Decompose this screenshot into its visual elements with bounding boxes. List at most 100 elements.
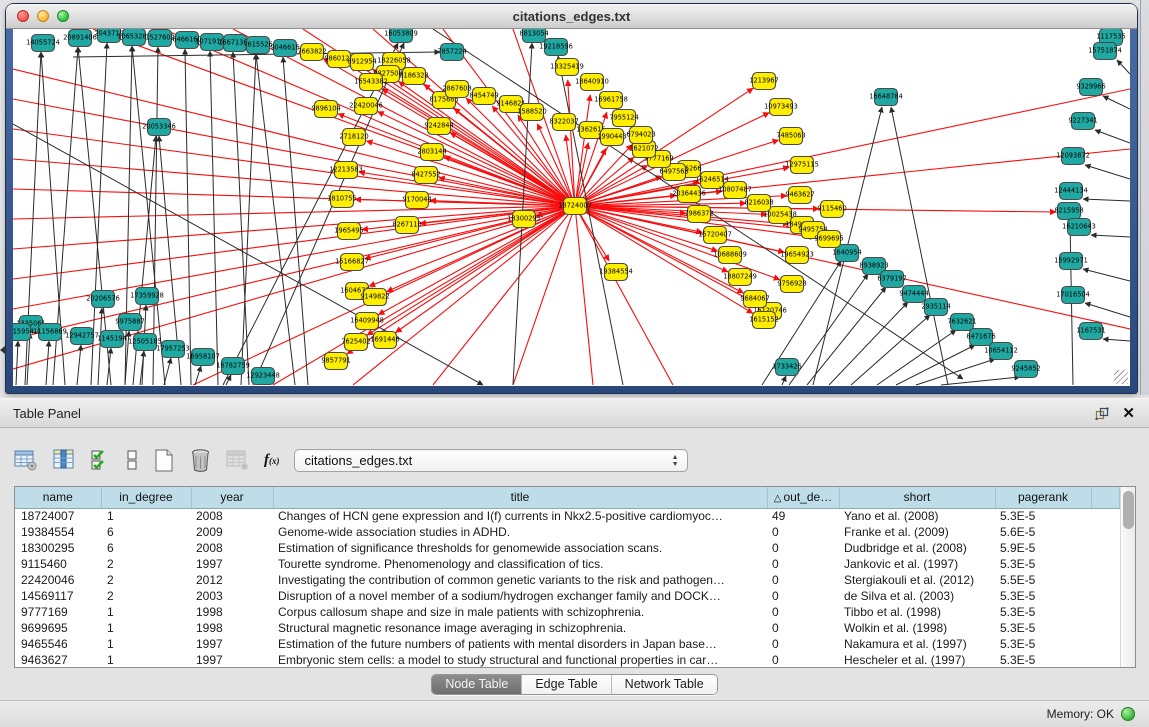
- graph-node[interactable]: 20891406: [63, 30, 97, 47]
- graph-node[interactable]: 9149822: [360, 289, 389, 306]
- graph-node[interactable]: 7955124: [609, 110, 638, 127]
- citation-edge-red[interactable]: [396, 206, 575, 333]
- table-cell[interactable]: 5.3E-5: [995, 620, 1091, 636]
- new-table-icon[interactable]: [153, 448, 175, 473]
- graph-node[interactable]: 8912954: [347, 54, 376, 71]
- citation-edge-red[interactable]: [513, 206, 575, 385]
- tab-edge-table[interactable]: Edge Table: [521, 675, 610, 694]
- table-cell[interactable]: 0: [767, 572, 839, 588]
- citation-edge-black[interactable]: [1085, 165, 1130, 179]
- table-row[interactable]: 2242004622012Investigating the contribut…: [15, 572, 1119, 588]
- graph-node[interactable]: 8322037: [549, 114, 578, 131]
- citation-edge-black[interactable]: [185, 49, 191, 385]
- table-cell[interactable]: 2008: [191, 508, 273, 524]
- graph-node[interactable]: 7625402: [341, 334, 370, 351]
- table-cell[interactable]: Dudbridge et al. (2008): [839, 540, 995, 556]
- citation-edge-black[interactable]: [877, 330, 956, 385]
- table-cell[interactable]: 0: [767, 636, 839, 652]
- table-row[interactable]: 1872400712008Changes of HCN gene express…: [15, 508, 1119, 524]
- graph-node[interactable]: 12444134: [1054, 183, 1088, 200]
- graph-node[interactable]: 19654923: [780, 247, 814, 264]
- table-cell[interactable]: Tibbo et al. (1998): [839, 604, 995, 620]
- table-cell[interactable]: 0: [767, 556, 839, 572]
- table-cell[interactable]: [1091, 508, 1119, 524]
- citation-edge-black[interactable]: [256, 54, 295, 385]
- citation-edge-black[interactable]: [941, 377, 1020, 385]
- graph-node[interactable]: 9463627: [785, 187, 814, 204]
- window-resize-grip[interactable]: [1114, 370, 1128, 384]
- table-cell[interactable]: 5.3E-5: [995, 556, 1091, 572]
- table-cell[interactable]: [1091, 604, 1119, 620]
- table-cell[interactable]: 0: [767, 604, 839, 620]
- column-header-year[interactable]: year: [191, 487, 273, 508]
- table-cell[interactable]: 18724007: [15, 508, 101, 524]
- graph-node[interactable]: 10688609: [713, 247, 747, 264]
- citation-edge-black[interactable]: [164, 358, 171, 385]
- citation-edge-black[interactable]: [891, 107, 948, 385]
- table-cell[interactable]: 1998: [191, 604, 273, 620]
- graph-node[interactable]: 9046616: [270, 40, 299, 57]
- tab-network-table[interactable]: Network Table: [611, 675, 717, 694]
- graph-node[interactable]: 9684067: [740, 291, 769, 308]
- table-row[interactable]: 1830029562008Estimation of significance …: [15, 540, 1119, 556]
- table-cell[interactable]: [1091, 524, 1119, 540]
- table-cell[interactable]: 5.3E-5: [995, 652, 1091, 668]
- table-cell[interactable]: 5.9E-5: [995, 540, 1091, 556]
- graph-node[interactable]: 8454749: [469, 88, 498, 105]
- citation-edge-black[interactable]: [46, 341, 49, 385]
- graph-node[interactable]: 7857224: [437, 44, 466, 61]
- window-titlebar[interactable]: citations_edges.txt: [6, 4, 1137, 29]
- table-cell[interactable]: 2: [101, 572, 191, 588]
- table-cell[interactable]: Estimation of significance thresholds fo…: [273, 540, 767, 556]
- graph-node[interactable]: 3915954: [13, 324, 34, 341]
- table-cell[interactable]: 1997: [191, 636, 273, 652]
- column-header-out_de…[interactable]: △out_de…: [767, 487, 839, 508]
- table-cell[interactable]: Yano et al. (2008): [839, 508, 995, 524]
- graph-node[interactable]: 9857791: [321, 353, 350, 370]
- network-canvas[interactable]: 1872400714055724208914062043719106532871…: [13, 29, 1130, 386]
- column-header-title[interactable]: title: [273, 487, 767, 508]
- table-cell[interactable]: 9465546: [15, 636, 101, 652]
- table-cell[interactable]: [1091, 572, 1119, 588]
- graph-node[interactable]: 1965495: [334, 223, 363, 240]
- graph-node[interactable]: 12923448: [246, 368, 280, 385]
- table-cell[interactable]: [1091, 636, 1119, 652]
- citation-edge-red[interactable]: [13, 99, 575, 206]
- close-panel-icon[interactable]: ✕: [1122, 404, 1135, 422]
- table-cell[interactable]: 49: [767, 508, 839, 524]
- column-header-short[interactable]: short: [839, 487, 995, 508]
- graph-node[interactable]: 1615152: [749, 312, 778, 329]
- table-cell[interactable]: 5.3E-5: [995, 604, 1091, 620]
- citation-edge-black[interactable]: [1083, 269, 1130, 281]
- graph-node[interactable]: 16210643: [1062, 219, 1096, 236]
- table-cell[interactable]: 5.3E-5: [995, 588, 1091, 604]
- graph-node[interactable]: 20053346: [142, 119, 176, 136]
- column-header-spacer[interactable]: [1091, 487, 1119, 508]
- table-cell[interactable]: 9699695: [15, 620, 101, 636]
- graph-node[interactable]: 8216038: [744, 195, 773, 212]
- table-cell[interactable]: 0: [767, 620, 839, 636]
- citation-edge-red[interactable]: [433, 206, 575, 385]
- citation-edge-red[interactable]: [575, 95, 590, 206]
- citation-edge-red[interactable]: [366, 141, 575, 206]
- tab-node-table[interactable]: Node Table: [432, 675, 521, 694]
- graph-node[interactable]: 2935114: [921, 299, 950, 316]
- graph-node[interactable]: 9245852: [1011, 361, 1040, 378]
- delete-table-icon[interactable]: [189, 448, 212, 473]
- table-cell[interactable]: 9115460: [15, 556, 101, 572]
- graph-node[interactable]: 9474444: [899, 286, 928, 303]
- table-cell[interactable]: 5.6E-5: [995, 524, 1091, 540]
- citation-edge-black[interactable]: [16, 341, 18, 385]
- table-cell[interactable]: Investigating the contribution of common…: [273, 572, 767, 588]
- graph-node[interactable]: 17359928: [130, 288, 164, 305]
- table-row[interactable]: 977716911998Corpus callosum shape and si…: [15, 604, 1119, 620]
- citation-edge-black[interactable]: [210, 51, 218, 385]
- graph-node[interactable]: 7986372: [684, 206, 713, 223]
- graph-node[interactable]: 12093872: [1056, 148, 1090, 165]
- graph-node[interactable]: 8267110: [392, 217, 421, 234]
- graph-node[interactable]: 9699695: [814, 231, 843, 248]
- float-panel-icon[interactable]: [1095, 407, 1109, 421]
- graph-node[interactable]: 9170044: [402, 192, 431, 209]
- citation-edge-black[interactable]: [226, 375, 231, 385]
- graph-node[interactable]: 18640910: [575, 74, 609, 91]
